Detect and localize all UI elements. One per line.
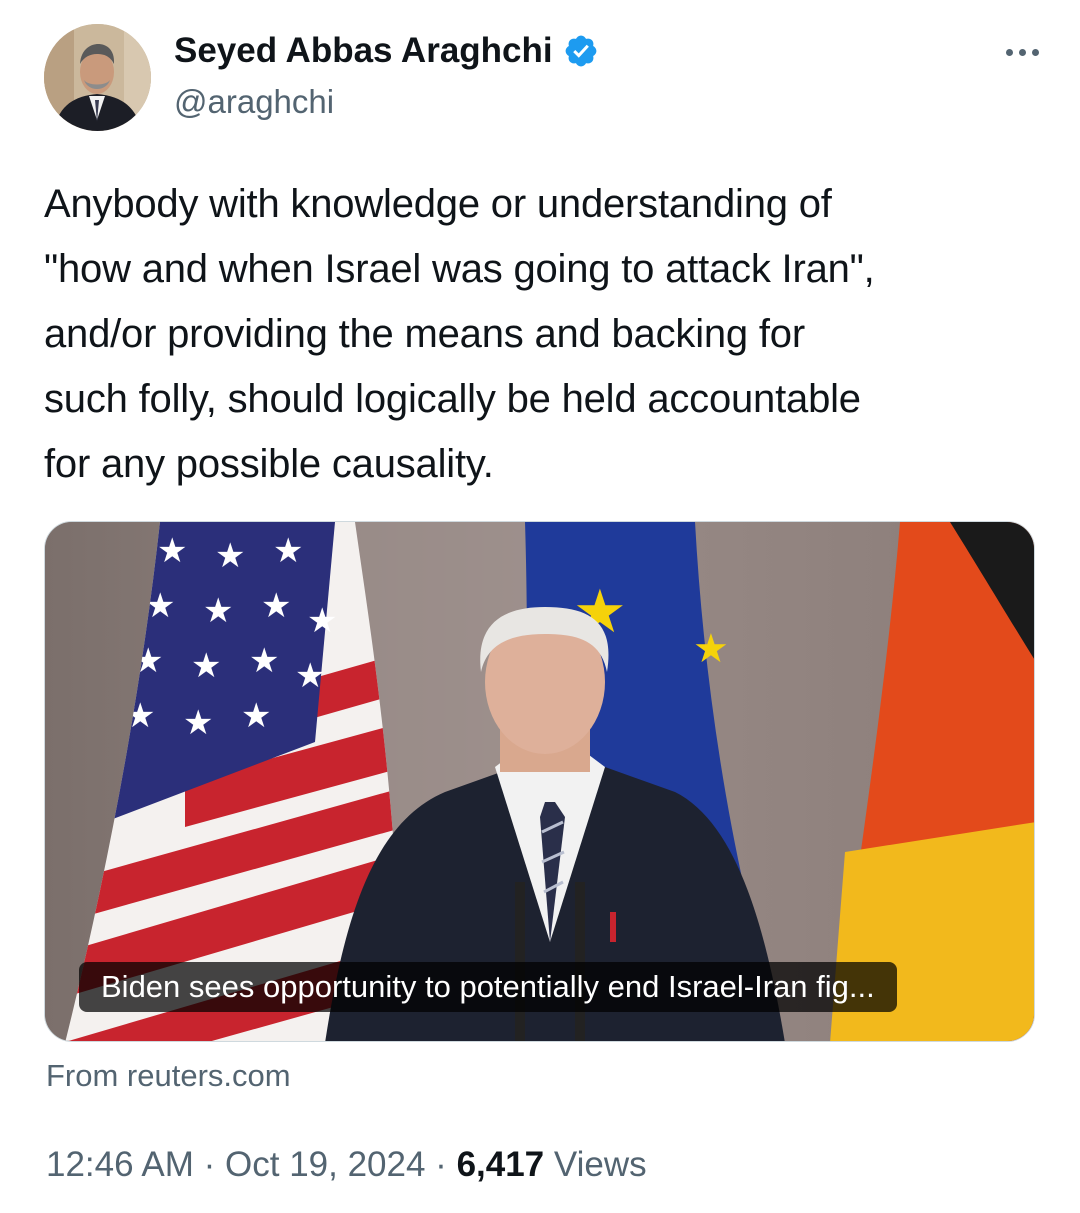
- author-names: Seyed Abbas Araghchi @araghchi: [174, 30, 599, 122]
- verified-badge-icon: [565, 35, 597, 67]
- views-count[interactable]: 6,417: [457, 1145, 545, 1184]
- svg-text:★: ★: [241, 696, 271, 736]
- svg-text:★: ★: [693, 626, 729, 672]
- tweet-meta: 12:46 AM · Oct 19, 2024 · 6,417 Views: [46, 1143, 647, 1187]
- author-handle[interactable]: @araghchi: [174, 82, 599, 122]
- views-label[interactable]: Views: [554, 1145, 647, 1184]
- more-options-icon[interactable]: [1000, 42, 1044, 62]
- tweet-time[interactable]: 12:46 AM: [46, 1145, 194, 1184]
- author-display-name-text[interactable]: Seyed Abbas Araghchi: [174, 30, 553, 72]
- svg-text:★: ★: [295, 656, 325, 696]
- link-source[interactable]: From reuters.com: [46, 1056, 291, 1096]
- link-preview-caption: Biden sees opportunity to potentially en…: [79, 962, 897, 1012]
- more-dot: [1005, 48, 1013, 56]
- svg-text:★: ★: [203, 591, 233, 631]
- tweet-date[interactable]: Oct 19, 2024: [225, 1145, 425, 1184]
- tweet-header: Seyed Abbas Araghchi @araghchi: [44, 24, 1044, 134]
- tweet-text: Anybody with knowledge or understanding …: [44, 182, 875, 486]
- more-dot: [1018, 48, 1026, 56]
- svg-text:★: ★: [215, 536, 245, 576]
- svg-text:★: ★: [183, 703, 213, 743]
- svg-text:★: ★: [307, 601, 337, 641]
- meta-separator: ·: [435, 1145, 447, 1184]
- avatar-photo: [44, 24, 151, 131]
- author-avatar[interactable]: [44, 24, 151, 131]
- svg-text:★: ★: [261, 586, 291, 626]
- svg-text:★: ★: [273, 531, 303, 571]
- link-preview-card[interactable]: ★ ★ ★ ★ ★ ★ ★ ★ ★ ★ ★ ★ ★ ★ ★ ★ Biden se…: [44, 521, 1035, 1042]
- more-dot: [1031, 48, 1039, 56]
- meta-separator: ·: [203, 1145, 216, 1184]
- svg-text:★: ★: [249, 641, 279, 681]
- author-display-name[interactable]: Seyed Abbas Araghchi: [174, 30, 599, 72]
- svg-text:★: ★: [191, 646, 221, 686]
- svg-text:★: ★: [157, 531, 187, 571]
